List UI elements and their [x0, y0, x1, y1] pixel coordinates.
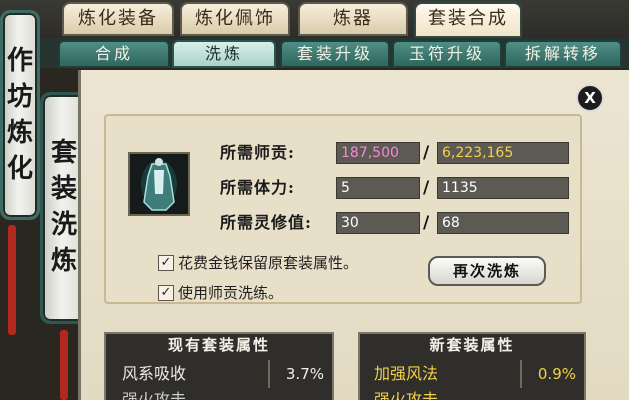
- keep-original-checkbox[interactable]: ✓: [158, 255, 174, 271]
- crafting-window: 炼化装备 炼化佩饰 炼器 套装合成 合成 洗炼 套装升级 玉符升级 拆解转移 作…: [0, 0, 629, 400]
- tab-set-synthesis[interactable]: 套装合成: [414, 2, 522, 38]
- tab-refine-accessories[interactable]: 炼化佩饰: [180, 2, 290, 36]
- subtab-set-upgrade[interactable]: 套装升级: [280, 40, 390, 68]
- current-attr-panel: 现有套装属性 风系吸收 3.7% 强火攻击: [104, 332, 334, 400]
- new-attr-panel: 新套装属性 加强风法 0.9% 强火攻击: [358, 332, 586, 400]
- armor-figure: [141, 158, 177, 211]
- subtab-reroll[interactable]: 洗炼: [172, 40, 276, 68]
- side-tab-workshop-refine[interactable]: 作坊炼化: [0, 10, 40, 220]
- sub-tab-bar: 合成 洗炼 套装升级 玉符升级 拆解转移: [40, 38, 629, 68]
- stamina-required: 5: [336, 177, 420, 199]
- scroll-tassel: [8, 225, 16, 335]
- new-attr-title: 新套装属性: [429, 336, 515, 354]
- new-attr-value: 0.9%: [520, 360, 584, 388]
- current-attr-name-2: 强火攻击: [122, 390, 187, 400]
- reroll-again-button[interactable]: 再次洗炼: [428, 256, 546, 286]
- mentor-points-label: 所需师贡:: [220, 143, 295, 162]
- new-attr-name-2: 强火攻击: [374, 390, 439, 400]
- spirit-owned: 68: [437, 212, 569, 234]
- stamina-label: 所需体力:: [220, 178, 295, 197]
- separator-slash: /: [423, 213, 430, 233]
- side-tab-workshop-refine-label: 作坊炼化: [6, 46, 33, 184]
- current-attr-name: 风系吸收: [122, 364, 187, 383]
- scroll-tassel-2: [60, 330, 68, 400]
- mentor-points-required: 187,500: [336, 142, 420, 164]
- green-armor-icon[interactable]: [128, 152, 190, 216]
- subtab-dismantle-transfer[interactable]: 拆解转移: [504, 40, 622, 68]
- spirit-label: 所需灵修值:: [220, 213, 312, 232]
- use-mentor-label: 使用师贡洗练。: [178, 284, 284, 302]
- current-attr-title: 现有套装属性: [167, 336, 270, 354]
- stamina-owned: 1135: [437, 177, 569, 199]
- close-icon[interactable]: X: [576, 84, 604, 112]
- tab-refine-equipment[interactable]: 炼化装备: [62, 2, 174, 36]
- spirit-required: 30: [336, 212, 420, 234]
- separator-slash: /: [423, 178, 430, 198]
- subtab-jade-upgrade[interactable]: 玉符升级: [392, 40, 502, 68]
- current-attr-value: 3.7%: [268, 360, 332, 388]
- separator-slash: /: [423, 143, 430, 163]
- subtab-synthesis[interactable]: 合成: [58, 40, 170, 68]
- top-tab-bar: 炼化装备 炼化佩饰 炼器 套装合成: [0, 0, 629, 38]
- use-mentor-checkbox[interactable]: ✓: [158, 285, 174, 301]
- mentor-points-owned: 6,223,165: [437, 142, 569, 164]
- keep-original-label: 花费金钱保留原套装属性。: [178, 254, 359, 272]
- new-attr-name: 加强风法: [374, 364, 439, 383]
- tab-refine-artifact[interactable]: 炼器: [298, 2, 408, 36]
